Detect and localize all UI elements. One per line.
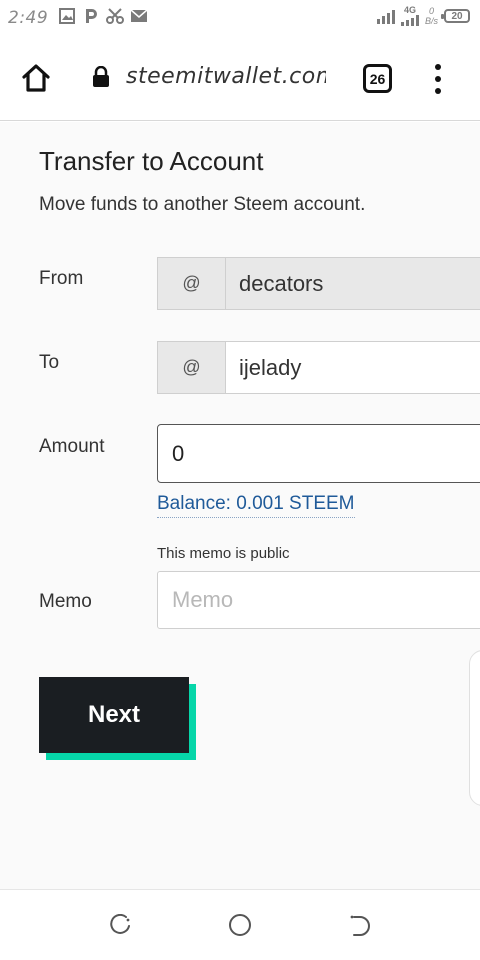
- p-icon: [82, 8, 100, 24]
- url-bar[interactable]: steemitwallet.com/@: [126, 64, 326, 89]
- tab-switcher-button[interactable]: 26: [363, 64, 392, 93]
- network-speed: 0 B/s: [424, 6, 438, 26]
- browser-toolbar: steemitwallet.com/@ 26: [0, 36, 480, 121]
- network-type: 4G: [403, 5, 416, 15]
- page-subtitle: Move funds to another Steem account.: [39, 194, 366, 215]
- amount-label: Amount: [39, 436, 105, 457]
- notification-icons: [58, 8, 148, 24]
- image-icon: [58, 8, 76, 24]
- recent-apps-nav-icon[interactable]: [348, 914, 372, 938]
- from-label: From: [39, 268, 84, 289]
- to-field[interactable]: ijelady: [225, 341, 480, 394]
- system-nav-bar: [0, 889, 480, 960]
- lock-icon[interactable]: [92, 65, 110, 88]
- scissors-icon: [106, 8, 124, 24]
- memo-public-note: This memo is public: [157, 545, 290, 562]
- status-bar: 2:49 4G 0 B/s 20: [0, 0, 480, 36]
- home-icon[interactable]: [20, 62, 52, 94]
- amount-field[interactable]: 0: [157, 424, 480, 483]
- signal-icon: [376, 8, 395, 24]
- balance-link[interactable]: Balance: 0.001 STEEM: [157, 493, 355, 518]
- battery-icon: 20: [441, 9, 470, 23]
- from-field: decators: [225, 257, 480, 310]
- network-icon: 4G: [400, 5, 419, 26]
- status-time: 2:49: [8, 8, 49, 28]
- transfer-page: Transfer to Account Move funds to anothe…: [0, 122, 480, 889]
- overflow-menu-icon[interactable]: [426, 64, 450, 94]
- next-button[interactable]: Next: [39, 677, 189, 753]
- to-label: To: [39, 352, 60, 373]
- memo-label: Memo: [39, 591, 92, 612]
- page-title: Transfer to Account: [39, 146, 264, 176]
- memo-field[interactable]: Memo: [157, 571, 480, 629]
- mail-icon: [130, 8, 148, 24]
- system-icons: 4G 0 B/s 20: [376, 5, 470, 26]
- to-at-prefix: @: [157, 341, 226, 394]
- home-nav-icon[interactable]: [228, 913, 252, 937]
- side-panel-edge[interactable]: [469, 650, 480, 806]
- back-nav-icon[interactable]: [108, 913, 132, 938]
- from-at-prefix: @: [157, 257, 226, 310]
